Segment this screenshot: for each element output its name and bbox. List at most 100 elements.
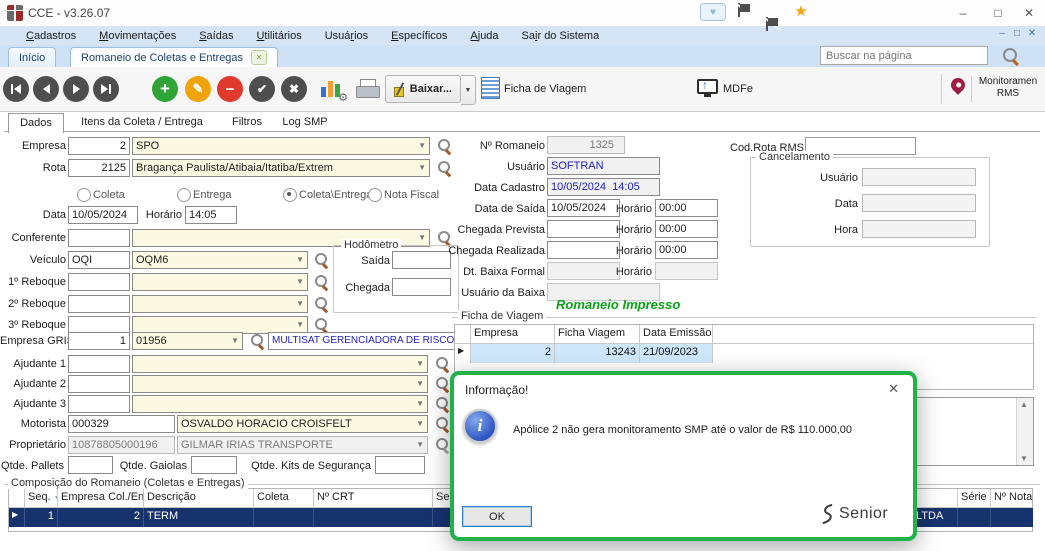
horario-input[interactable]: 14:05 bbox=[185, 206, 237, 224]
gris-code-input[interactable]: 1 bbox=[68, 332, 130, 350]
comp-row-crt[interactable] bbox=[314, 508, 433, 527]
menu-ajuda[interactable]: Ajuda bbox=[470, 30, 498, 42]
ajudante3-code-input[interactable] bbox=[68, 395, 130, 413]
confirm-button[interactable]: ✔ bbox=[249, 76, 275, 102]
mdi-minimize-button[interactable]: – bbox=[995, 28, 1009, 39]
veiculo-code-input[interactable]: OQI bbox=[68, 251, 130, 269]
gris-lookup-button[interactable] bbox=[249, 333, 265, 349]
baixar-dropdown-button[interactable]: ▼ bbox=[461, 75, 476, 105]
ficha-col-empresa[interactable]: Empresa bbox=[471, 325, 555, 344]
ficha-col-ficha[interactable]: Ficha Viagem bbox=[555, 325, 640, 344]
menu-movimentacoes[interactable]: Movimentações bbox=[99, 30, 176, 42]
prev-record-button[interactable] bbox=[33, 76, 59, 102]
baixar-button[interactable]: Baixar... bbox=[385, 75, 461, 103]
tab-filtros[interactable]: Filtros bbox=[222, 113, 272, 132]
reboque2-select[interactable]: ▼ bbox=[132, 295, 308, 313]
veiculo-select[interactable]: OQM6▼ bbox=[132, 251, 308, 269]
edit-button[interactable]: ✎ bbox=[185, 76, 211, 102]
motorista-code-input[interactable]: 000329 bbox=[68, 415, 175, 433]
empresa-code-input[interactable]: 2 bbox=[68, 137, 130, 155]
scroll-down-icon[interactable]: ▼ bbox=[1020, 454, 1028, 463]
ajudante2-lookup-button[interactable] bbox=[434, 376, 450, 392]
reboque1-code-input[interactable] bbox=[68, 273, 130, 291]
ficha-row-ficha[interactable]: 13243 bbox=[555, 344, 640, 363]
star-icon[interactable]: ★ bbox=[792, 3, 810, 19]
ajudante1-select[interactable]: ▼ bbox=[132, 355, 428, 373]
minimize-button[interactable]: – bbox=[950, 3, 976, 23]
menu-utilitarios[interactable]: Utilitários bbox=[256, 30, 301, 42]
last-record-button[interactable] bbox=[93, 76, 119, 102]
tab-log-smp[interactable]: Log SMP bbox=[276, 113, 334, 132]
qtde-kits-input[interactable] bbox=[375, 456, 425, 474]
ajudante1-code-input[interactable] bbox=[68, 355, 130, 373]
ficha-viagem-icon[interactable] bbox=[481, 77, 500, 99]
comp-col-serie[interactable]: Série bbox=[958, 489, 991, 508]
monitoramento-rms-button[interactable]: Monitoramen RMS bbox=[975, 76, 1041, 100]
ficha-viagem-button[interactable]: Ficha de Viagem bbox=[504, 83, 586, 95]
cancel-button[interactable]: ✖ bbox=[281, 76, 307, 102]
conferente-code-input[interactable] bbox=[68, 229, 130, 247]
mdfe-icon[interactable] bbox=[697, 79, 718, 94]
ajudante2-select[interactable]: ▼ bbox=[132, 375, 428, 393]
search-input[interactable] bbox=[820, 46, 988, 65]
comp-row-serie[interactable] bbox=[958, 508, 991, 527]
ajudante3-select[interactable]: ▼ bbox=[132, 395, 428, 413]
flag-icon[interactable] bbox=[736, 3, 752, 17]
reboque2-lookup-button[interactable] bbox=[313, 296, 329, 312]
realizada-horario-input[interactable]: 00:00 bbox=[655, 241, 718, 259]
menu-saidas[interactable]: Saídas bbox=[199, 30, 233, 42]
comp-col-coleta[interactable]: Coleta bbox=[254, 489, 314, 508]
comp-row-empresa[interactable]: 2 bbox=[58, 508, 144, 527]
reboque2-code-input[interactable] bbox=[68, 295, 130, 313]
comp-row-nota[interactable] bbox=[991, 508, 1033, 527]
tab-close-icon[interactable]: ✕ bbox=[251, 50, 267, 65]
rota-code-input[interactable]: 2125 bbox=[68, 159, 130, 177]
data-input[interactable]: 10/05/2024 bbox=[68, 206, 138, 224]
tab-itens[interactable]: Itens da Coleta / Entrega bbox=[66, 113, 218, 132]
prevista-horario-input[interactable]: 00:00 bbox=[655, 220, 718, 238]
delete-button[interactable]: − bbox=[217, 76, 243, 102]
ficha-row-empresa[interactable]: 2 bbox=[471, 344, 555, 363]
tab-dados[interactable]: Dados bbox=[8, 113, 64, 133]
chart-button[interactable]: ⚙ bbox=[320, 79, 346, 101]
ajudante3-lookup-button[interactable] bbox=[434, 396, 450, 412]
comp-col-empresa[interactable]: Empresa Col./Ent. bbox=[58, 489, 144, 508]
qtde-gaiolas-input[interactable] bbox=[191, 456, 237, 474]
memo-scrollbar[interactable]: ▲ ▼ bbox=[1016, 398, 1033, 465]
next-record-button[interactable] bbox=[63, 76, 89, 102]
radio-coleta[interactable] bbox=[77, 188, 91, 202]
radio-coleta-entrega[interactable] bbox=[283, 188, 297, 202]
veiculo-lookup-button[interactable] bbox=[313, 252, 329, 268]
maximize-button[interactable]: □ bbox=[985, 3, 1011, 23]
favorites-heart-button[interactable]: ♥ bbox=[700, 3, 726, 21]
first-record-button[interactable] bbox=[3, 76, 29, 102]
flag-off-icon[interactable] bbox=[764, 17, 780, 31]
ficha-col-emissao[interactable]: Data Emissão bbox=[640, 325, 713, 344]
comp-row-descricao[interactable]: TERM bbox=[144, 508, 254, 527]
comp-col-descricao[interactable]: Descrição bbox=[144, 489, 254, 508]
comp-col-nota[interactable]: Nº Nota bbox=[991, 489, 1033, 508]
tab-inicio[interactable]: Início bbox=[8, 47, 56, 67]
saida-horario-input[interactable]: 00:00 bbox=[655, 199, 718, 217]
mdi-close-button[interactable]: ✕ bbox=[1025, 28, 1039, 39]
mdfe-button[interactable]: MDFe bbox=[723, 83, 753, 95]
motorista-lookup-button[interactable] bbox=[434, 416, 450, 432]
scroll-up-icon[interactable]: ▲ bbox=[1020, 400, 1028, 409]
comp-row-coleta[interactable] bbox=[254, 508, 314, 527]
rota-select[interactable]: Bragança Paulista/Atibaia/Itatiba/Extrem… bbox=[132, 159, 430, 177]
ficha-row-emissao[interactable]: 21/09/2023 bbox=[640, 344, 713, 363]
reboque1-select[interactable]: ▼ bbox=[132, 273, 308, 291]
gris-select[interactable]: 01956▼ bbox=[132, 332, 243, 350]
menu-especificos[interactable]: Específicos bbox=[391, 30, 447, 42]
ajudante2-code-input[interactable] bbox=[68, 375, 130, 393]
comp-col-crt[interactable]: Nº CRT bbox=[314, 489, 433, 508]
print-button[interactable] bbox=[355, 79, 381, 101]
mdi-restore-button[interactable]: □ bbox=[1010, 28, 1024, 39]
menu-sair[interactable]: Sair do Sistema bbox=[522, 30, 600, 42]
radio-entrega[interactable] bbox=[177, 188, 191, 202]
search-icon[interactable] bbox=[1002, 47, 1020, 65]
menu-usuarios[interactable]: Usuários bbox=[325, 30, 368, 42]
tab-romaneio[interactable]: Romaneio de Coletas e Entregas ✕ bbox=[70, 47, 278, 67]
reboque3-lookup-button[interactable] bbox=[313, 317, 329, 333]
reboque1-lookup-button[interactable] bbox=[313, 274, 329, 290]
